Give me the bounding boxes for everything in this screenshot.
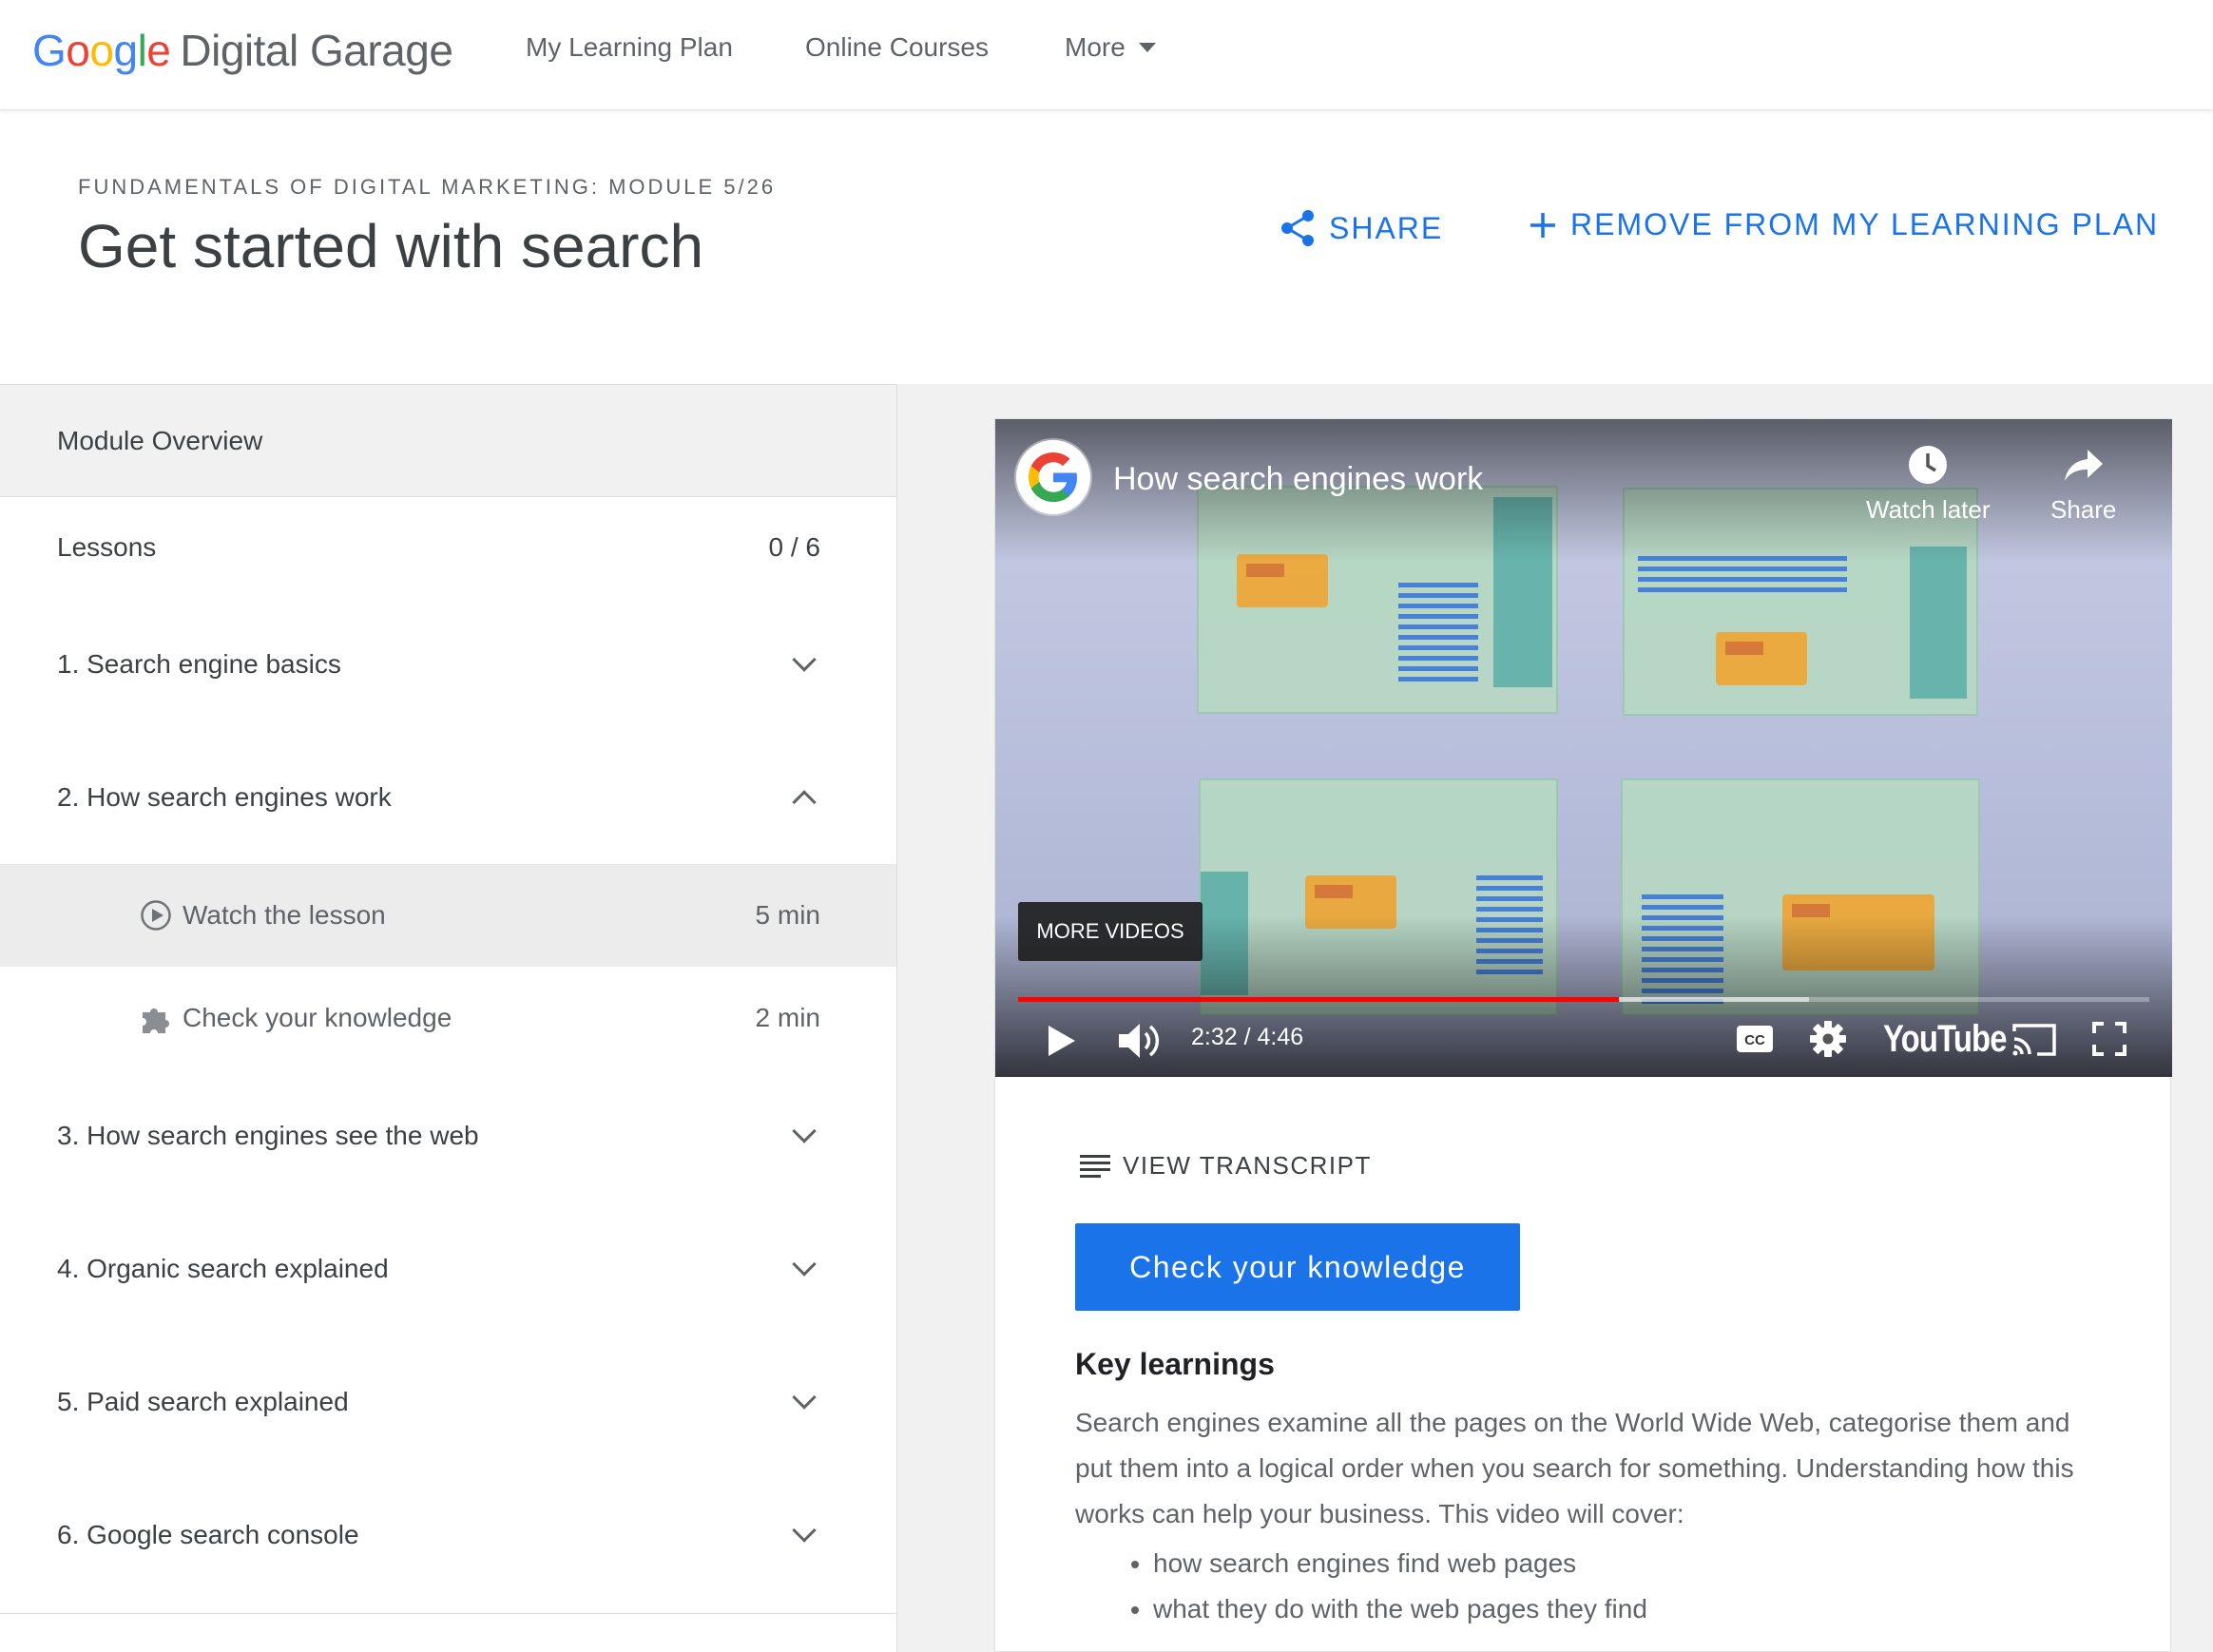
- play-icon: [1049, 1026, 1075, 1056]
- volume-button[interactable]: [1117, 1020, 1161, 1062]
- key-learnings-title: Key learnings: [1075, 1347, 1275, 1381]
- sidebar-illustration: [1910, 547, 1967, 699]
- nav-more-label: More: [1065, 32, 1126, 62]
- svg-text:CC: CC: [1744, 1032, 1765, 1048]
- lesson-label: 4. Organic search explained: [57, 1254, 389, 1283]
- module-overview-link[interactable]: Module Overview: [0, 385, 896, 497]
- captions-button[interactable]: CC: [1735, 1022, 1775, 1056]
- plus-icon: [1530, 212, 1555, 238]
- check-your-knowledge-button[interactable]: Check your knowledge: [1075, 1223, 1520, 1311]
- coffee-machine-illustration: [1716, 632, 1807, 685]
- subitem-duration: 2 min: [755, 1003, 820, 1032]
- video-share-button[interactable]: Share: [2050, 444, 2116, 525]
- play-button[interactable]: [1045, 1022, 1079, 1060]
- lesson-label: 5. Paid search explained: [57, 1387, 349, 1416]
- play-circle-icon: [139, 898, 173, 932]
- lesson-label: 2. How search engines work: [57, 782, 392, 812]
- youtube-logo[interactable]: YouTube: [1883, 1018, 2008, 1061]
- share-label: SHARE: [1329, 210, 1444, 245]
- chevron-down-icon: [792, 1252, 817, 1277]
- top-navigation: Google Digital Garage My Learning Plan O…: [0, 0, 2213, 110]
- dropdown-caret-icon: [1138, 43, 1156, 52]
- view-transcript-link[interactable]: VIEW TRANSCRIPT: [1079, 1151, 1372, 1181]
- lesson-sidebar: Module Overview Lessons 0 / 6 1. Search …: [0, 384, 897, 1652]
- video-title[interactable]: How search engines work: [1113, 461, 1483, 498]
- volume-icon: [1119, 1024, 1160, 1058]
- lesson-item[interactable]: 2. How search engines work: [0, 731, 896, 864]
- google-channel-icon[interactable]: [1016, 440, 1090, 514]
- chevron-up-icon: [792, 790, 817, 815]
- video-player[interactable]: How search engines work Watch later Shar…: [995, 419, 2172, 1077]
- subitem-watch-lesson[interactable]: Watch the lesson 5 min: [0, 864, 896, 967]
- watch-later-button[interactable]: Watch later: [1866, 444, 1991, 525]
- remove-from-learning-plan-button[interactable]: REMOVE FROM MY LEARNING PLAN: [1529, 207, 2159, 242]
- share-icon: [1281, 210, 1314, 246]
- list-item: how search engines find web pages: [1153, 1541, 1647, 1586]
- logo-letter: g: [113, 26, 138, 75]
- video-progress-bar[interactable]: [1018, 997, 2149, 1002]
- page-title: Get started with search: [78, 212, 704, 280]
- share-button[interactable]: SHARE: [1280, 209, 1443, 247]
- lesson-item[interactable]: 1. Search engine basics: [0, 598, 896, 731]
- gear-icon: [1810, 1021, 1846, 1057]
- key-learnings-body: Search engines examine all the pages on …: [1075, 1408, 2074, 1528]
- video-time: 2:32 / 4:46: [1191, 1024, 1304, 1050]
- closed-captions-icon: CC: [1737, 1026, 1773, 1052]
- logo-letter: G: [32, 26, 67, 75]
- list-item: what they do with the web pages they fin…: [1153, 1586, 1647, 1632]
- lesson-item[interactable]: 5. Paid search explained: [0, 1335, 896, 1469]
- video-controls: 2:32 / 4:46 CC YouTube: [995, 1014, 2172, 1071]
- chevron-down-icon: [792, 1119, 817, 1143]
- module-eyebrow: FUNDAMENTALS OF DIGITAL MARKETING: MODUL…: [78, 175, 777, 199]
- coffee-machine-illustration: [1237, 554, 1328, 607]
- fullscreen-button[interactable]: [2090, 1020, 2128, 1058]
- transcript-lines-icon: [1080, 1154, 1110, 1178]
- subitem-duration: 5 min: [755, 900, 820, 930]
- view-transcript-label: VIEW TRANSCRIPT: [1123, 1151, 1372, 1180]
- nav-online-courses[interactable]: Online Courses: [805, 32, 989, 63]
- lessons-header: Lessons 0 / 6: [0, 497, 896, 598]
- subitem-check-knowledge[interactable]: Check your knowledge 2 min: [0, 967, 896, 1069]
- subitem-label: Watch the lesson: [183, 900, 386, 930]
- logo-text: Digital Garage: [180, 26, 453, 75]
- module-overview-label: Module Overview: [57, 425, 263, 455]
- clock-icon: [1909, 446, 1948, 484]
- lesson-item[interactable]: 4. Organic search explained: [0, 1202, 896, 1335]
- text-lines-illustration: [1638, 556, 1847, 594]
- nav-my-learning-plan[interactable]: My Learning Plan: [526, 32, 733, 63]
- logo-letter: o: [89, 26, 114, 75]
- watch-later-label: Watch later: [1866, 495, 1991, 524]
- lesson-label: 6. Google search console: [57, 1520, 359, 1549]
- lesson-label: 1. Search engine basics: [57, 649, 341, 679]
- remove-label: REMOVE FROM MY LEARNING PLAN: [1570, 207, 2160, 241]
- lesson-label: 3. How search engines see the web: [57, 1121, 479, 1150]
- video-share-label: Share: [2050, 495, 2117, 524]
- lesson-item[interactable]: 3. How search engines see the web: [0, 1069, 896, 1202]
- puzzle-icon: [139, 1001, 173, 1035]
- video-played-bar: [1018, 997, 1619, 1002]
- logo-letter: l: [137, 26, 147, 75]
- google-digital-garage-logo[interactable]: Google Digital Garage: [32, 25, 453, 82]
- module-header: FUNDAMENTALS OF DIGITAL MARKETING: MODUL…: [0, 110, 2213, 384]
- share-arrow-icon: [2064, 450, 2103, 481]
- more-videos-button[interactable]: MORE VIDEOS: [1018, 902, 1203, 961]
- chevron-down-icon: [792, 1385, 817, 1410]
- key-learnings-list: how search engines find web pages what t…: [1128, 1541, 1647, 1632]
- lesson-content-card: How search engines work Watch later Shar…: [994, 418, 2172, 1652]
- logo-letter: e: [146, 26, 171, 75]
- cast-icon: [2012, 1024, 2056, 1056]
- chevron-down-icon: [792, 647, 817, 672]
- logo-letter: o: [66, 26, 90, 75]
- cast-button[interactable]: [2011, 1020, 2058, 1058]
- divider: [0, 1613, 897, 1614]
- settings-button[interactable]: [1809, 1020, 1847, 1058]
- text-lines-illustration: [1398, 583, 1478, 687]
- lesson-item[interactable]: 6. Google search console: [0, 1469, 896, 1602]
- lessons-progress: 0 / 6: [768, 532, 820, 562]
- lessons-label: Lessons: [57, 532, 157, 562]
- chevron-down-icon: [792, 1518, 817, 1543]
- subitem-label: Check your knowledge: [183, 1003, 452, 1032]
- fullscreen-icon: [2092, 1022, 2126, 1056]
- nav-more-menu[interactable]: More: [1065, 32, 1156, 63]
